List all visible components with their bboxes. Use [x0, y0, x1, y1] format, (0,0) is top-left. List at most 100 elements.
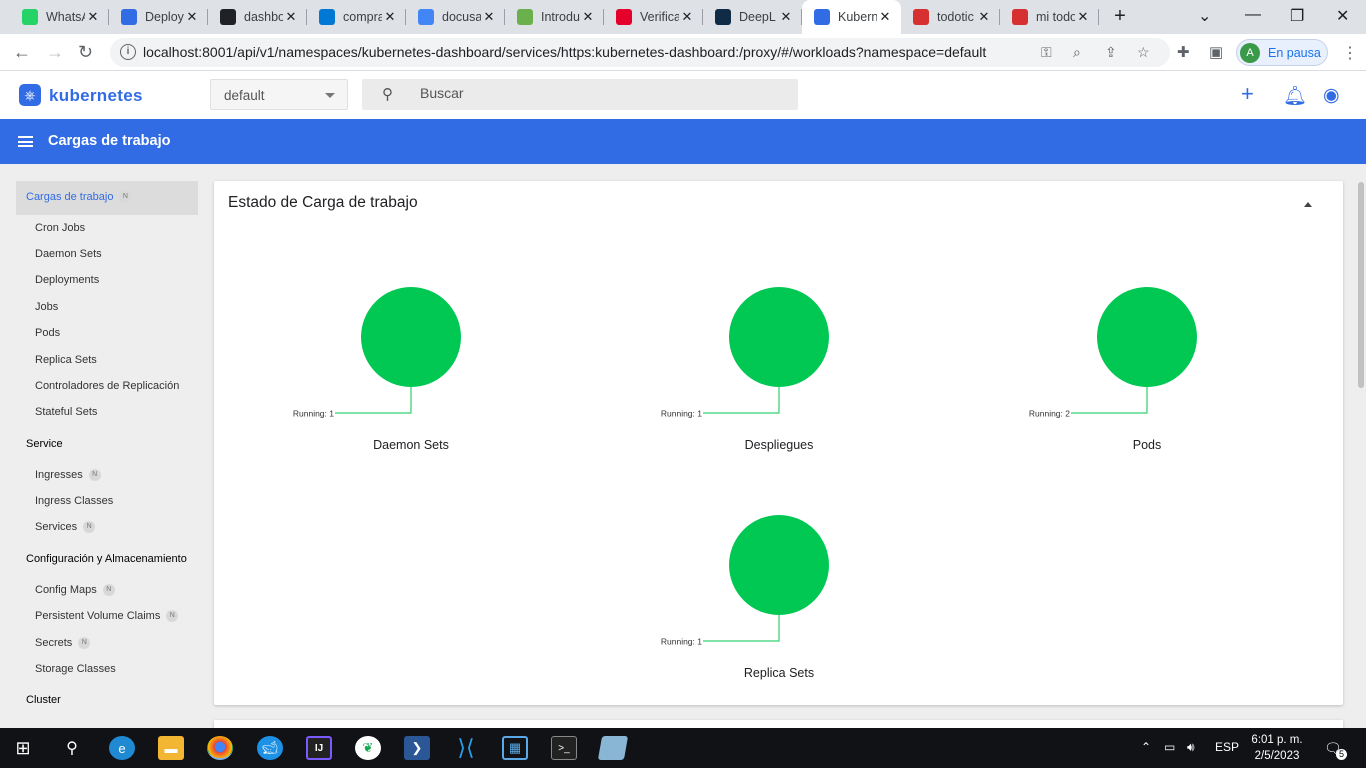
close-tab-icon[interactable]: ✕ [481, 9, 497, 25]
close-tab-icon[interactable]: ✕ [283, 9, 299, 25]
close-tab-icon[interactable]: ✕ [877, 9, 893, 25]
sidebar-item[interactable]: Configuración y Almacenamiento [26, 553, 187, 565]
minimize-icon[interactable]: — [1245, 6, 1261, 24]
tab-search-icon[interactable]: ⌄ [1198, 6, 1211, 26]
close-tab-icon[interactable]: ✕ [1075, 9, 1091, 25]
sidebar-item[interactable]: Storage Classes [35, 663, 116, 675]
vscode-icon[interactable]: ⟩⟨ [453, 735, 479, 760]
sidebar-item[interactable]: Persistent Volume Claims N [35, 610, 179, 622]
tray-chevron-up-icon[interactable]: ⌃ [1141, 740, 1151, 754]
profile-button[interactable]: A En pausa [1236, 39, 1328, 66]
sidebar-item[interactable]: Ingress Classes [35, 495, 113, 507]
close-tab-icon[interactable]: ✕ [580, 9, 596, 25]
brand-name[interactable]: kubernetes [49, 86, 143, 106]
clock[interactable]: 6:01 p. m. 2/5/2023 [1244, 732, 1310, 764]
site-info-icon[interactable]: i [120, 44, 136, 60]
search-box[interactable]: ⚲ [362, 79, 798, 110]
pie-chart-title[interactable]: Daemon Sets [373, 438, 449, 452]
browser-tab[interactable]: todotic ✕ [901, 0, 1000, 34]
share-icon[interactable]: ⇪ [1105, 44, 1117, 61]
sidebar-item-label: Storage Classes [35, 663, 116, 675]
close-tab-icon[interactable]: ✕ [382, 9, 398, 25]
search-taskbar-icon[interactable]: ⚲ [59, 736, 85, 760]
bookmark-star-icon[interactable]: ☆ [1137, 44, 1150, 61]
reload-icon[interactable]: ↻ [78, 42, 93, 63]
forward-icon[interactable]: → [46, 42, 64, 63]
sidebar-item[interactable]: Cron Jobs [35, 222, 85, 234]
browser-tab[interactable]: WhatsApp✕ [10, 0, 109, 34]
browser-tab[interactable]: Deploy ✕ [109, 0, 208, 34]
close-tab-icon[interactable]: ✕ [778, 9, 794, 25]
browser-tab[interactable]: Kubernetes✕ [802, 0, 901, 34]
browser-tab[interactable]: dashboard✕ [208, 0, 307, 34]
app-icon[interactable]: ▦ [502, 736, 528, 760]
sidebar-item[interactable]: Cargas de trabajo N [26, 191, 132, 203]
namespace-select[interactable]: default [210, 79, 348, 110]
browser-tab[interactable]: Introduction✕ [505, 0, 604, 34]
file-explorer-icon[interactable]: ▬ [158, 736, 184, 760]
pie-slice[interactable] [729, 515, 829, 615]
account-icon[interactable]: ◉ [1323, 84, 1340, 107]
sidebar-item[interactable]: Replica Sets [35, 354, 97, 366]
network-icon[interactable]: ▭ [1164, 740, 1175, 754]
pie-chart-title[interactable]: Despliegues [745, 438, 814, 452]
search-input[interactable] [420, 85, 780, 101]
powershell-icon[interactable]: ❯ [404, 736, 430, 760]
sidebar-item[interactable]: Service [26, 438, 63, 450]
zoom-icon[interactable]: ⌕ [1073, 44, 1081, 61]
kubernetes-logo-icon[interactable]: ⎈ [19, 84, 41, 106]
close-tab-icon[interactable]: ✕ [85, 9, 101, 25]
pie-chart-title[interactable]: Pods [1133, 438, 1162, 452]
close-tab-icon[interactable]: ✕ [679, 9, 695, 25]
browser-tab[interactable]: DeepL ✕ [703, 0, 802, 34]
side-panel-icon[interactable]: ▣ [1209, 43, 1223, 61]
sidebar-item[interactable]: Secrets N [35, 637, 91, 649]
close-tab-icon[interactable]: ✕ [976, 9, 992, 25]
notepad-icon[interactable] [597, 736, 629, 760]
language-indicator[interactable]: ESP [1215, 740, 1239, 754]
close-tab-icon[interactable]: ✕ [184, 9, 200, 25]
pie-slice[interactable] [361, 287, 461, 387]
volume-icon[interactable]: 🔊︎ [1187, 740, 1195, 755]
key-icon[interactable]: ⚿ [1041, 44, 1052, 61]
address-bar[interactable]: i localhost:8001/api/v1/namespaces/kuber… [110, 38, 1170, 67]
sidebar-item[interactable]: Deployments [35, 274, 99, 286]
pie-slice[interactable] [729, 287, 829, 387]
docker-icon[interactable]: 🐋︎ [257, 736, 283, 760]
chrome-icon[interactable] [207, 736, 233, 760]
maximize-icon[interactable]: ❐ [1290, 6, 1304, 26]
tab-title: dashboard [244, 10, 283, 24]
new-tab-button[interactable]: + [1109, 5, 1131, 28]
sidebar-item-label: Config Maps [35, 584, 97, 596]
edge-icon[interactable]: e [109, 736, 135, 760]
sidebar-item[interactable]: Daemon Sets [35, 248, 102, 260]
sidebar-item[interactable]: Cluster [26, 694, 61, 706]
mongodb-icon[interactable]: ❦ [355, 736, 381, 760]
sidebar-item[interactable]: Stateful Sets [35, 406, 97, 418]
browser-tab[interactable]: docusaurus✕ [406, 0, 505, 34]
sidebar-item[interactable]: Config Maps N [35, 584, 115, 596]
pie-chart-title[interactable]: Replica Sets [744, 666, 814, 680]
create-plus-icon[interactable]: + [1241, 81, 1254, 107]
extensions-icon[interactable]: ✚ [1177, 43, 1190, 61]
intellij-icon[interactable]: IJ [306, 736, 332, 760]
browser-tab[interactable]: Verificar✕ [604, 0, 703, 34]
terminal-icon[interactable]: >_ [551, 736, 577, 760]
sidebar-item[interactable]: Ingresses N [35, 469, 101, 481]
sidebar-item[interactable]: Pods [35, 327, 60, 339]
page-scrollbar[interactable] [1358, 182, 1364, 388]
browser-tab[interactable]: mi todotic✕ [1000, 0, 1099, 34]
browser-tab[interactable]: comprar✕ [307, 0, 406, 34]
pie-slice[interactable] [1097, 287, 1197, 387]
notifications-bell-icon[interactable]: 🔔︎ [1283, 84, 1307, 108]
browser-menu-icon[interactable]: ⋮ [1342, 43, 1358, 63]
close-window-icon[interactable]: ✕ [1336, 6, 1349, 26]
sidebar-item[interactable]: Services N [35, 521, 96, 533]
sidebar-item[interactable]: Controladores de Replicación [35, 380, 179, 392]
back-icon[interactable]: ← [13, 42, 31, 63]
url-text[interactable]: localhost:8001/api/v1/namespaces/kuberne… [143, 44, 986, 60]
sidebar-item-label: Ingress Classes [35, 495, 114, 507]
hamburger-menu-icon[interactable] [18, 136, 33, 147]
windows-start-icon[interactable]: ⊞ [10, 736, 36, 760]
sidebar-item[interactable]: Jobs [35, 301, 58, 313]
